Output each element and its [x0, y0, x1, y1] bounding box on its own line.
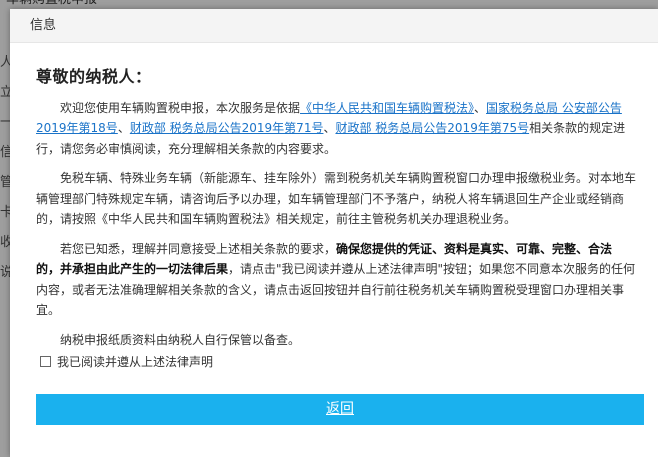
agree-label[interactable]: 我已阅读并遵从上述法律声明	[57, 353, 213, 370]
link-announcement-2019-71[interactable]: 财政部 税务总局公告2019年第71号	[130, 121, 324, 135]
paragraph-legal-basis: 欢迎您使用车辆购置税申报，本次服务是依据《中华人民共和国车辆购置税法》、国家税务…	[36, 98, 636, 160]
paragraph-paper-records: 纳税申报纸质资料由纳税人自行保管以备查。	[60, 332, 301, 347]
link-announcement-2019-75[interactable]: 财政部 税务总局公告2019年第75号	[335, 121, 529, 135]
paragraph-exempt-vehicles: 免税车辆、特殊业务车辆（新能源车、挂车除外）需到税务机关车辆购置税窗口办理申报缴…	[36, 171, 637, 226]
text: 若您已知悉，理解并同意接受上述相关条款的要求，	[60, 241, 337, 256]
paragraph-consent: 若您已知悉，理解并同意接受上述相关条款的要求，确保您提供的凭证、资料是真实、可靠…	[36, 239, 636, 321]
text: 、	[117, 121, 130, 135]
back-button[interactable]: 返回	[36, 394, 644, 425]
agree-checkbox[interactable]	[40, 356, 51, 367]
info-dialog: 信息 尊敬的纳税人： 欢迎您使用车辆购置税申报，本次服务是依据《中华人民共和国车…	[10, 9, 658, 457]
dialog-title: 信息	[10, 9, 658, 43]
text: 、	[474, 100, 487, 115]
text: 欢迎您使用车辆购置税申报，本次服务是依据	[60, 100, 301, 115]
text: 、	[323, 121, 336, 135]
greeting: 尊敬的纳税人：	[36, 67, 152, 86]
dialog-content: 尊敬的纳税人： 欢迎您使用车辆购置税申报，本次服务是依据《中华人民共和国车辆购置…	[36, 67, 636, 359]
agree-row[interactable]: 我已阅读并遵从上述法律声明	[40, 353, 213, 370]
link-vehicle-tax-law[interactable]: 《中华人民共和国车辆购置税法》	[300, 101, 474, 115]
